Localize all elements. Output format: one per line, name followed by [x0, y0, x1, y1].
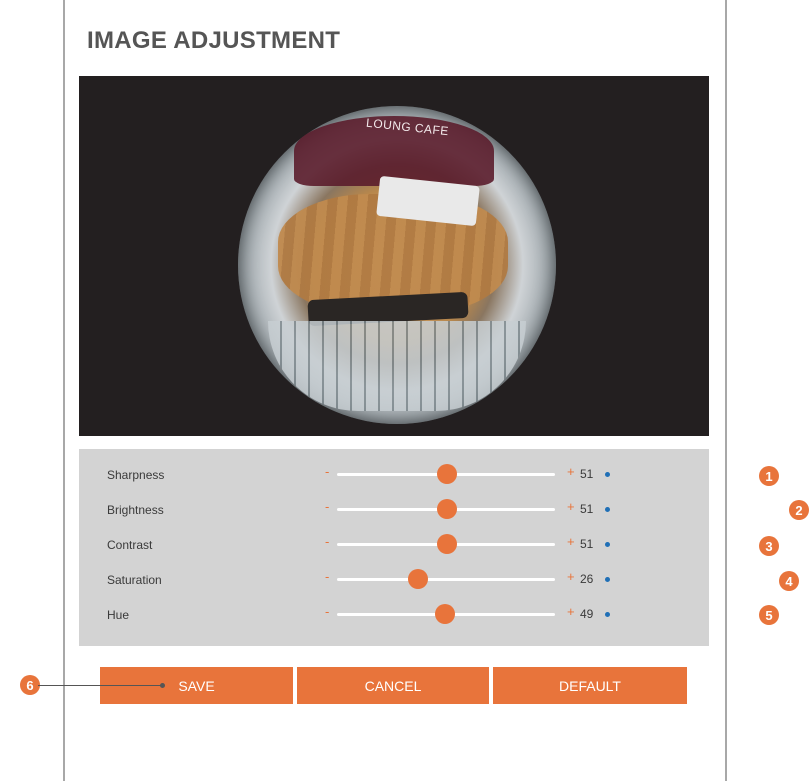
- sharpness-row: Sharpness - + 51: [79, 462, 709, 486]
- saturation-slider-track[interactable]: [337, 578, 555, 581]
- saturation-decrease[interactable]: -: [325, 569, 329, 584]
- brightness-label: Brightness: [107, 503, 164, 517]
- saturation-indicator-dot: [605, 577, 610, 582]
- hue-indicator-dot: [605, 612, 610, 617]
- page-title: IMAGE ADJUSTMENT: [87, 27, 341, 54]
- callout-leader-line: [38, 685, 164, 686]
- default-button[interactable]: DEFAULT: [493, 667, 687, 704]
- cafe-windows: [268, 321, 526, 411]
- callout-badge-2: 2: [789, 500, 809, 520]
- hue-row: Hue - + 49: [79, 602, 709, 626]
- brightness-decrease[interactable]: -: [325, 499, 329, 514]
- contrast-value: 51: [580, 537, 594, 551]
- brightness-value: 51: [580, 502, 594, 516]
- brightness-increase[interactable]: +: [567, 499, 575, 514]
- callout-badge-5: 5: [759, 605, 779, 625]
- contrast-slider-thumb[interactable]: [437, 534, 458, 554]
- sharpness-decrease[interactable]: -: [325, 464, 329, 479]
- contrast-label: Contrast: [107, 538, 153, 552]
- saturation-slider-thumb[interactable]: [408, 569, 429, 589]
- brightness-indicator-dot: [605, 507, 610, 512]
- hue-label: Hue: [107, 608, 130, 622]
- saturation-row: Saturation - + 26: [79, 567, 709, 591]
- hue-value: 49: [580, 607, 594, 621]
- sharpness-label: Sharpness: [107, 468, 165, 482]
- brightness-slider-thumb[interactable]: [437, 499, 458, 519]
- saturation-value: 26: [580, 572, 594, 586]
- hue-decrease[interactable]: -: [325, 604, 329, 619]
- saturation-label: Saturation: [107, 573, 162, 587]
- contrast-indicator-dot: [605, 542, 610, 547]
- sharpness-indicator-dot: [605, 472, 610, 477]
- hue-slider-thumb[interactable]: [434, 604, 455, 624]
- sharpness-value: 51: [580, 467, 594, 481]
- video-preview: LOUNG CAFE: [79, 76, 709, 436]
- fisheye-camera-image: LOUNG CAFE: [238, 106, 556, 424]
- adjustment-panel: Sharpness - + 51 Brightness - + 51 Contr…: [79, 449, 709, 646]
- callout-leader-dot: [160, 683, 165, 688]
- callout-badge-3: 3: [759, 536, 779, 556]
- hue-increase[interactable]: +: [567, 604, 575, 619]
- contrast-decrease[interactable]: -: [325, 534, 329, 549]
- cancel-button[interactable]: CANCEL: [297, 667, 489, 704]
- contrast-row: Contrast - + 51: [79, 532, 709, 556]
- sharpness-increase[interactable]: +: [567, 464, 575, 479]
- contrast-increase[interactable]: +: [567, 534, 575, 549]
- callout-badge-6: 6: [20, 675, 40, 695]
- brightness-row: Brightness - + 51: [79, 497, 709, 521]
- sharpness-slider-thumb[interactable]: [437, 464, 458, 484]
- callout-badge-1: 1: [759, 466, 779, 486]
- callout-badge-4: 4: [779, 571, 799, 591]
- saturation-increase[interactable]: +: [567, 569, 575, 584]
